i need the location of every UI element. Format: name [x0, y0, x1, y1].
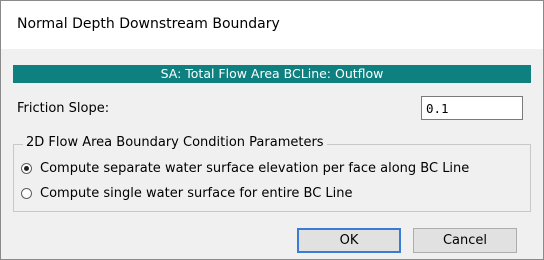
radio-single-surface[interactable] [21, 188, 32, 199]
title-bar: Normal Depth Downstream Boundary [1, 1, 543, 49]
option-single-surface-label: Compute single water surface for entire … [40, 186, 353, 201]
option-separate-per-face-label: Compute separate water surface elevation… [40, 161, 470, 176]
bc-parameters-group [13, 144, 531, 212]
window-title: Normal Depth Downstream Boundary [17, 16, 280, 32]
radio-separate-per-face[interactable] [21, 163, 32, 174]
bc-parameters-legend: 2D Flow Area Boundary Condition Paramete… [23, 135, 327, 150]
friction-slope-input[interactable] [421, 96, 523, 120]
option-separate-per-face[interactable]: Compute separate water surface elevation… [21, 161, 469, 176]
dialog-window: Normal Depth Downstream Boundary SA: Tot… [0, 0, 544, 260]
friction-slope-label: Friction Slope: [17, 101, 110, 116]
ok-button[interactable]: OK [297, 228, 401, 253]
option-single-surface[interactable]: Compute single water surface for entire … [21, 186, 353, 201]
boundary-banner: SA: Total Flow Area BCLine: Outflow [13, 65, 531, 83]
cancel-button[interactable]: Cancel [413, 228, 517, 253]
